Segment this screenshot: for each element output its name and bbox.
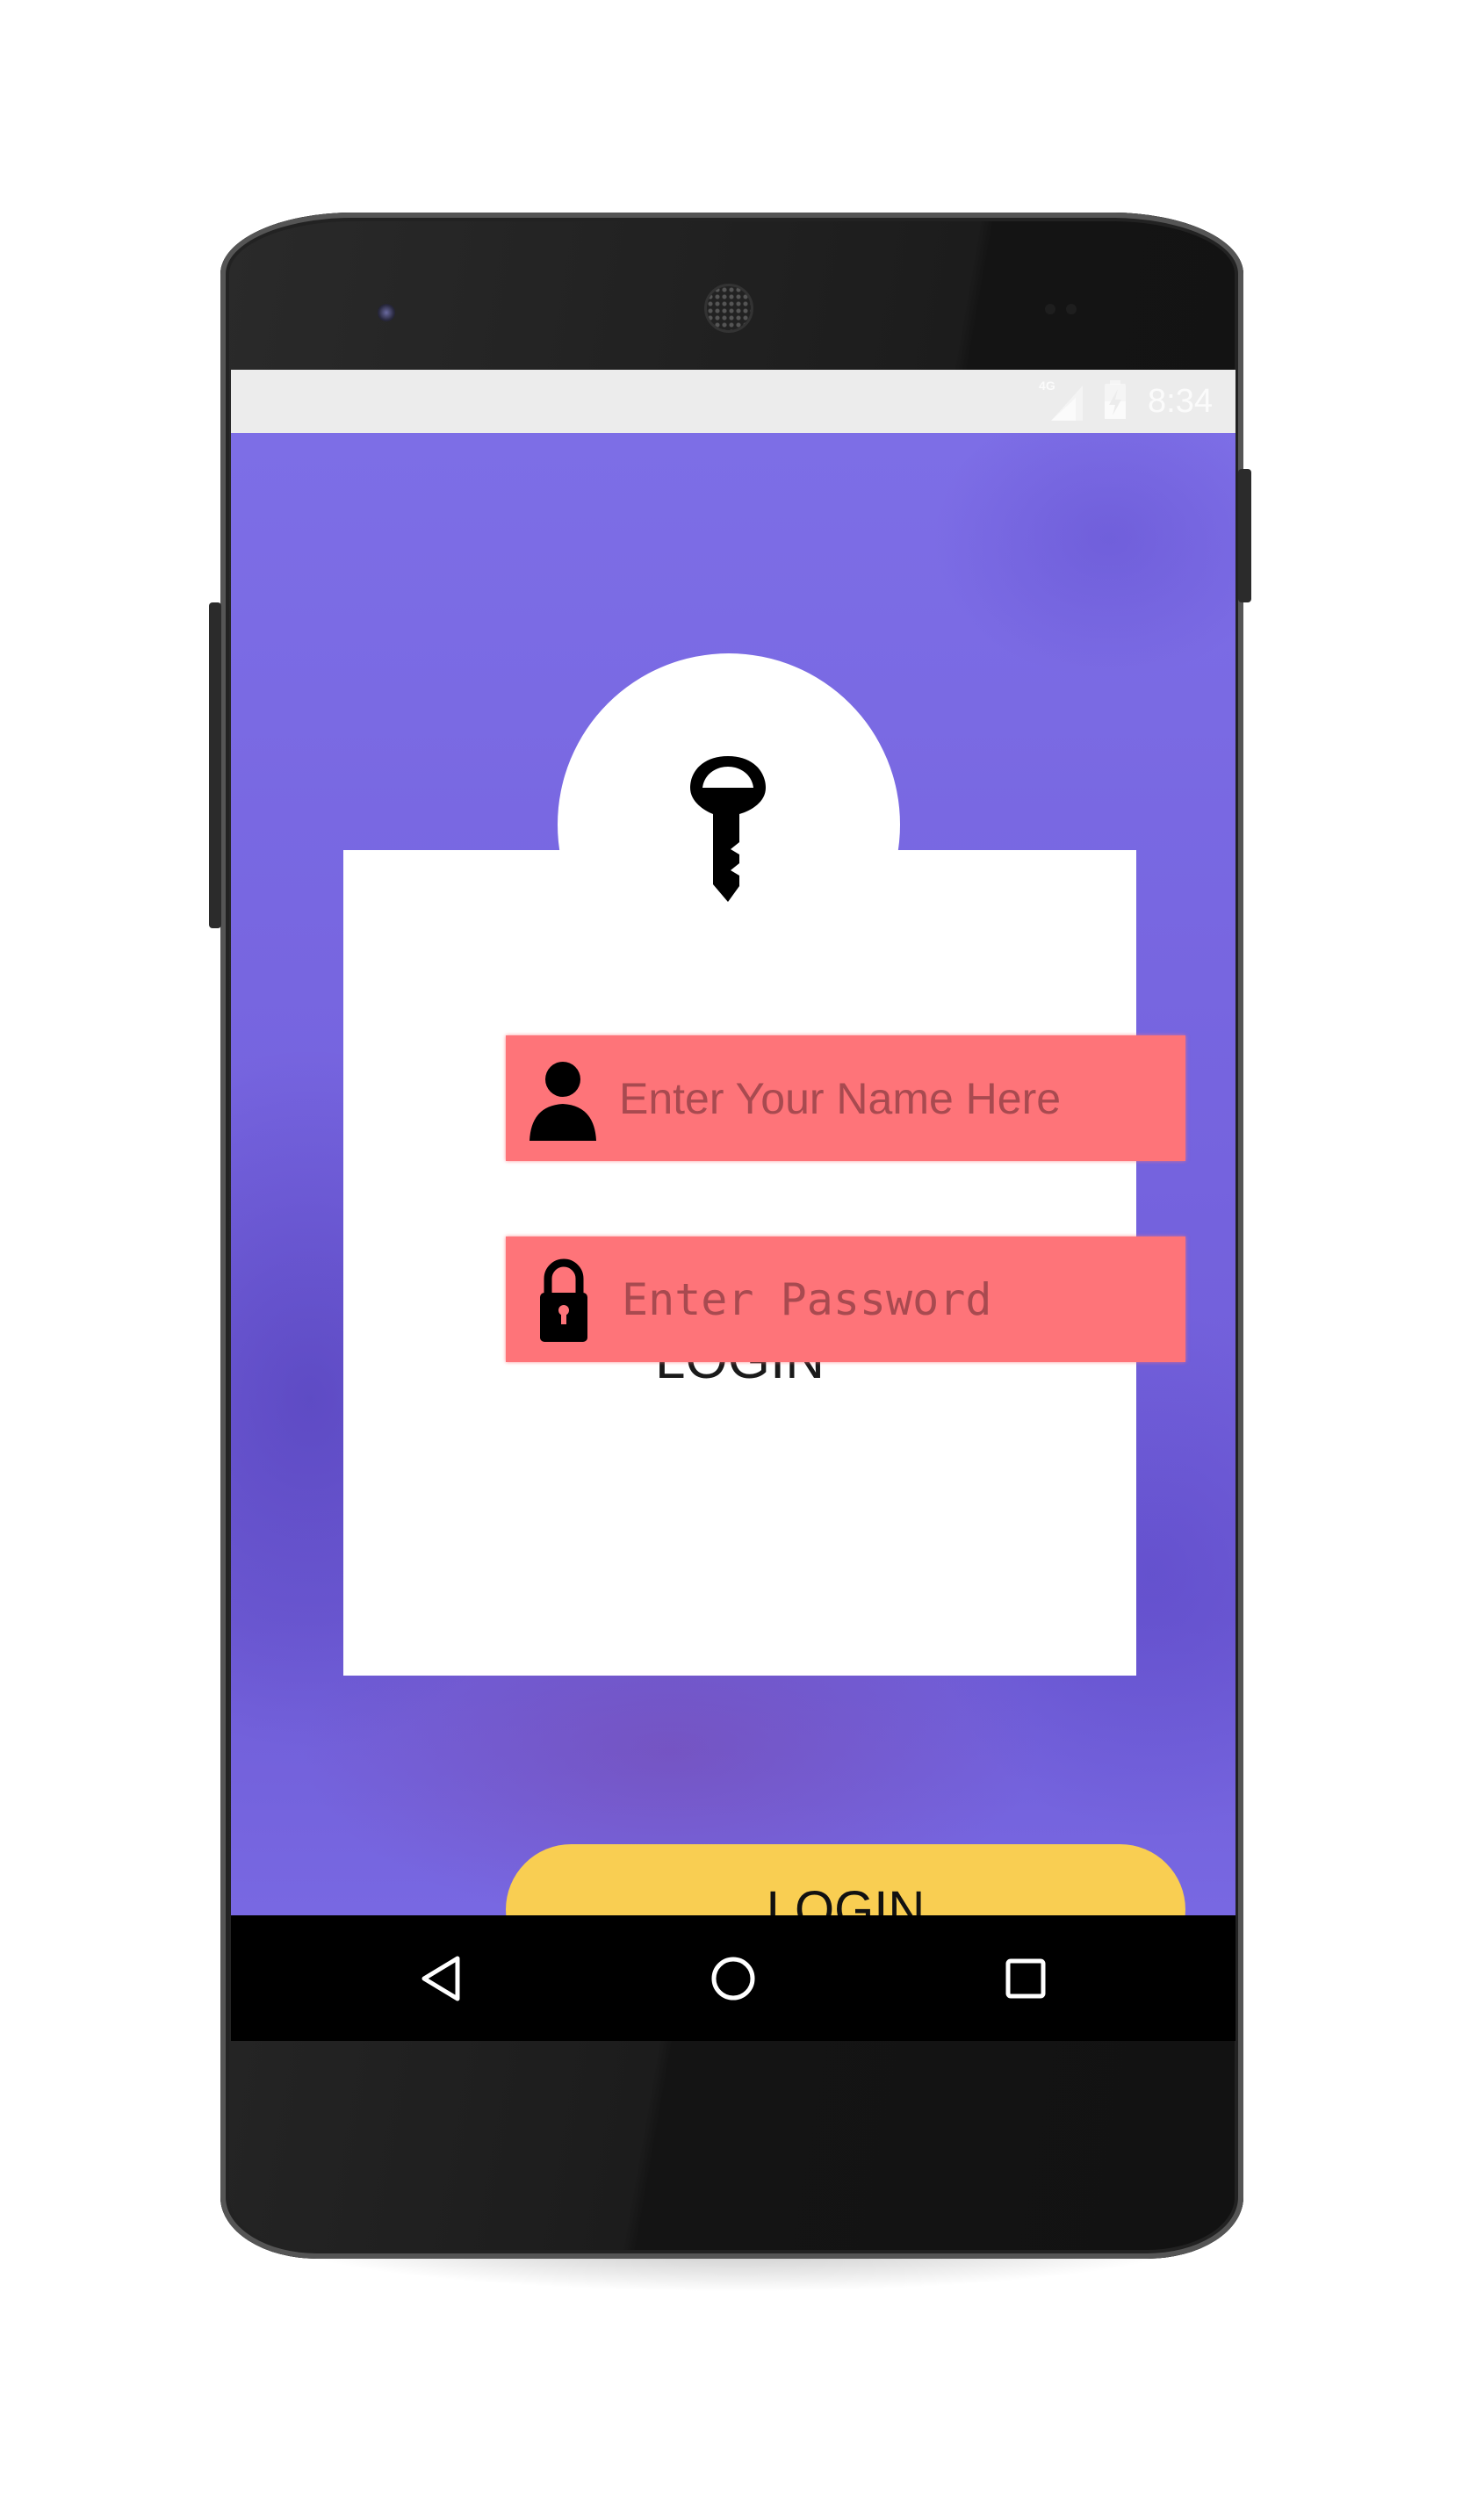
front-camera [378, 304, 395, 321]
clock: 8:34 [1148, 382, 1213, 420]
password-field[interactable] [506, 1236, 1185, 1363]
login-card: LOGIN LOGIN [343, 850, 1185, 1975]
home-icon[interactable] [707, 1952, 760, 2005]
volume-button [209, 602, 221, 928]
signal-icon: 4G [1039, 379, 1084, 421]
login-screen: LOGIN LOGIN [231, 433, 1235, 1975]
recents-icon[interactable] [999, 1952, 1052, 2005]
power-button [1238, 469, 1251, 602]
password-input[interactable] [620, 1236, 1185, 1363]
key-icon [685, 753, 771, 905]
username-input[interactable] [617, 1035, 1185, 1162]
screen: 4G 8:34 LOGIN LOG [231, 370, 1235, 2041]
status-bar: 4G 8:34 [231, 370, 1235, 433]
navigation-bar [231, 1915, 1235, 2041]
lock-icon [525, 1256, 602, 1344]
battery-charging-icon [1102, 379, 1128, 423]
username-field[interactable] [506, 1035, 1185, 1162]
sensors [1045, 303, 1089, 315]
back-icon[interactable] [414, 1952, 467, 2005]
user-icon [525, 1055, 600, 1143]
earpiece-speaker [704, 284, 753, 333]
